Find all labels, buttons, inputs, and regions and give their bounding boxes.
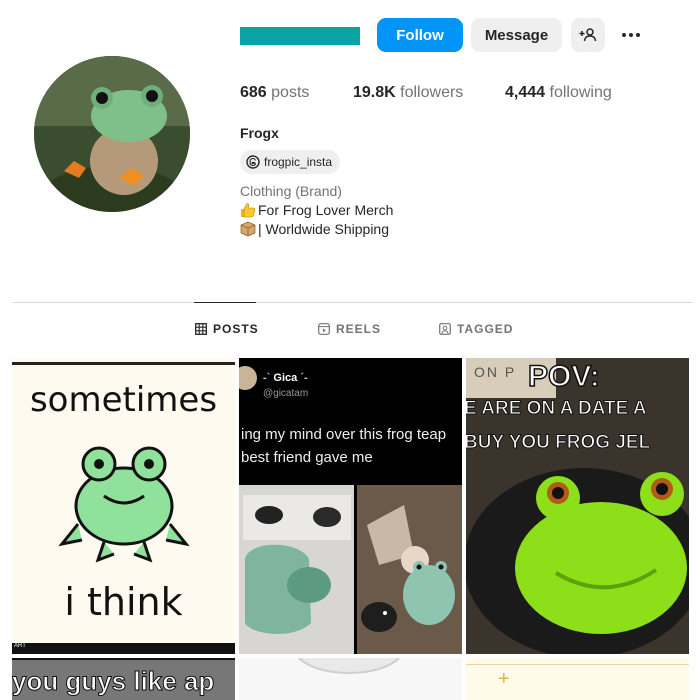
- bio-text-1: For Frog Lover Merch: [258, 202, 394, 218]
- post-2-author-avatar: [239, 366, 257, 390]
- post-3-title: POV:: [527, 359, 600, 394]
- bio-line-2: | Worldwide Shipping: [240, 221, 389, 237]
- t-shirt-photo: [239, 658, 462, 700]
- username-redacted: [240, 27, 360, 45]
- more-options-icon[interactable]: [617, 24, 645, 46]
- profile-avatar[interactable]: [34, 56, 190, 212]
- threads-handle: frogpic_insta: [264, 155, 333, 169]
- tab-tagged-label: TAGGED: [457, 322, 514, 336]
- bio-line-1: For Frog Lover Merch: [240, 202, 393, 218]
- following-label: following: [549, 84, 612, 101]
- reels-icon: [318, 323, 330, 335]
- post-4-top-bar: [12, 658, 235, 660]
- tab-tagged[interactable]: TAGGED: [439, 322, 513, 336]
- post-thumbnail-2[interactable]: -` Gica ´- @gicatam ing my mind over thi…: [239, 358, 462, 654]
- post-1-top-text: sometimes: [29, 380, 218, 420]
- post-2-author-name: -` Gica ´-: [263, 372, 308, 384]
- posts-label: posts: [271, 84, 310, 101]
- post-thumbnail-6[interactable]: +: [466, 658, 689, 700]
- post-6-line: [466, 664, 689, 665]
- active-tab-indicator: [194, 302, 256, 303]
- post-3-line-2: BUY YOU FROG JEL: [466, 432, 651, 454]
- post-2-author-name-text: Gica: [273, 372, 298, 384]
- package-icon: [240, 221, 256, 237]
- threads-icon: [246, 155, 260, 169]
- thumbs-up-icon: [241, 203, 256, 218]
- post-1-footer-bar: [12, 643, 235, 654]
- post-2-caption-line-2: best friend gave me: [241, 449, 373, 466]
- post-thumbnail-4[interactable]: you guys like ap: [12, 658, 235, 700]
- tab-posts-label: POSTS: [213, 322, 259, 336]
- post-thumbnail-3[interactable]: ON P POV: E ARE ON A DATE A BUY YOU FROG…: [466, 358, 689, 654]
- tab-reels-label: REELS: [336, 322, 382, 336]
- frog-teapot-photos: [239, 485, 462, 654]
- post-thumbnail-5[interactable]: [239, 658, 462, 700]
- post-1-bottom-text: i think: [64, 580, 183, 624]
- post-thumbnail-1[interactable]: sometimes i think ART: [12, 358, 235, 654]
- tabs-divider: [12, 302, 693, 303]
- posts-count: 686: [240, 84, 267, 101]
- followers-label: followers: [400, 84, 464, 101]
- tagged-icon: [439, 323, 451, 335]
- followers-count: 19.8K: [353, 84, 396, 101]
- post-1-corner-text: ART: [14, 643, 26, 649]
- followers-stat[interactable]: 19.8K followers: [353, 84, 463, 102]
- posts-stat: 686 posts: [240, 84, 309, 102]
- add-user-icon: [579, 28, 597, 42]
- frog-photo: [34, 56, 190, 212]
- following-stat[interactable]: 4,444 following: [505, 84, 612, 102]
- post-2-caption-line-1: ing my mind over this frog teap: [241, 426, 447, 443]
- tab-posts[interactable]: POSTS: [195, 322, 259, 336]
- post-1-border: [12, 362, 235, 365]
- grid-icon: [195, 323, 207, 335]
- threads-link[interactable]: frogpic_insta: [240, 150, 341, 174]
- message-button[interactable]: Message: [471, 18, 562, 52]
- bio-text-2: | Worldwide Shipping: [258, 221, 390, 237]
- tab-reels[interactable]: REELS: [318, 322, 381, 336]
- cartoon-frog-illustration: [58, 446, 190, 563]
- post-6-sparkle: +: [498, 668, 510, 690]
- post-3-line-1: E ARE ON A DATE A: [466, 398, 647, 420]
- profile-category: Clothing (Brand): [240, 183, 342, 199]
- following-count: 4,444: [505, 84, 546, 101]
- suggest-users-button[interactable]: [571, 18, 605, 52]
- post-2-author-handle: @gicatam: [263, 388, 309, 399]
- profile-full-name: Frogx: [240, 125, 279, 141]
- follow-button[interactable]: Follow: [377, 18, 463, 52]
- post-4-text: you guys like ap: [12, 666, 215, 697]
- post-3-sign-text: ON P: [474, 364, 517, 380]
